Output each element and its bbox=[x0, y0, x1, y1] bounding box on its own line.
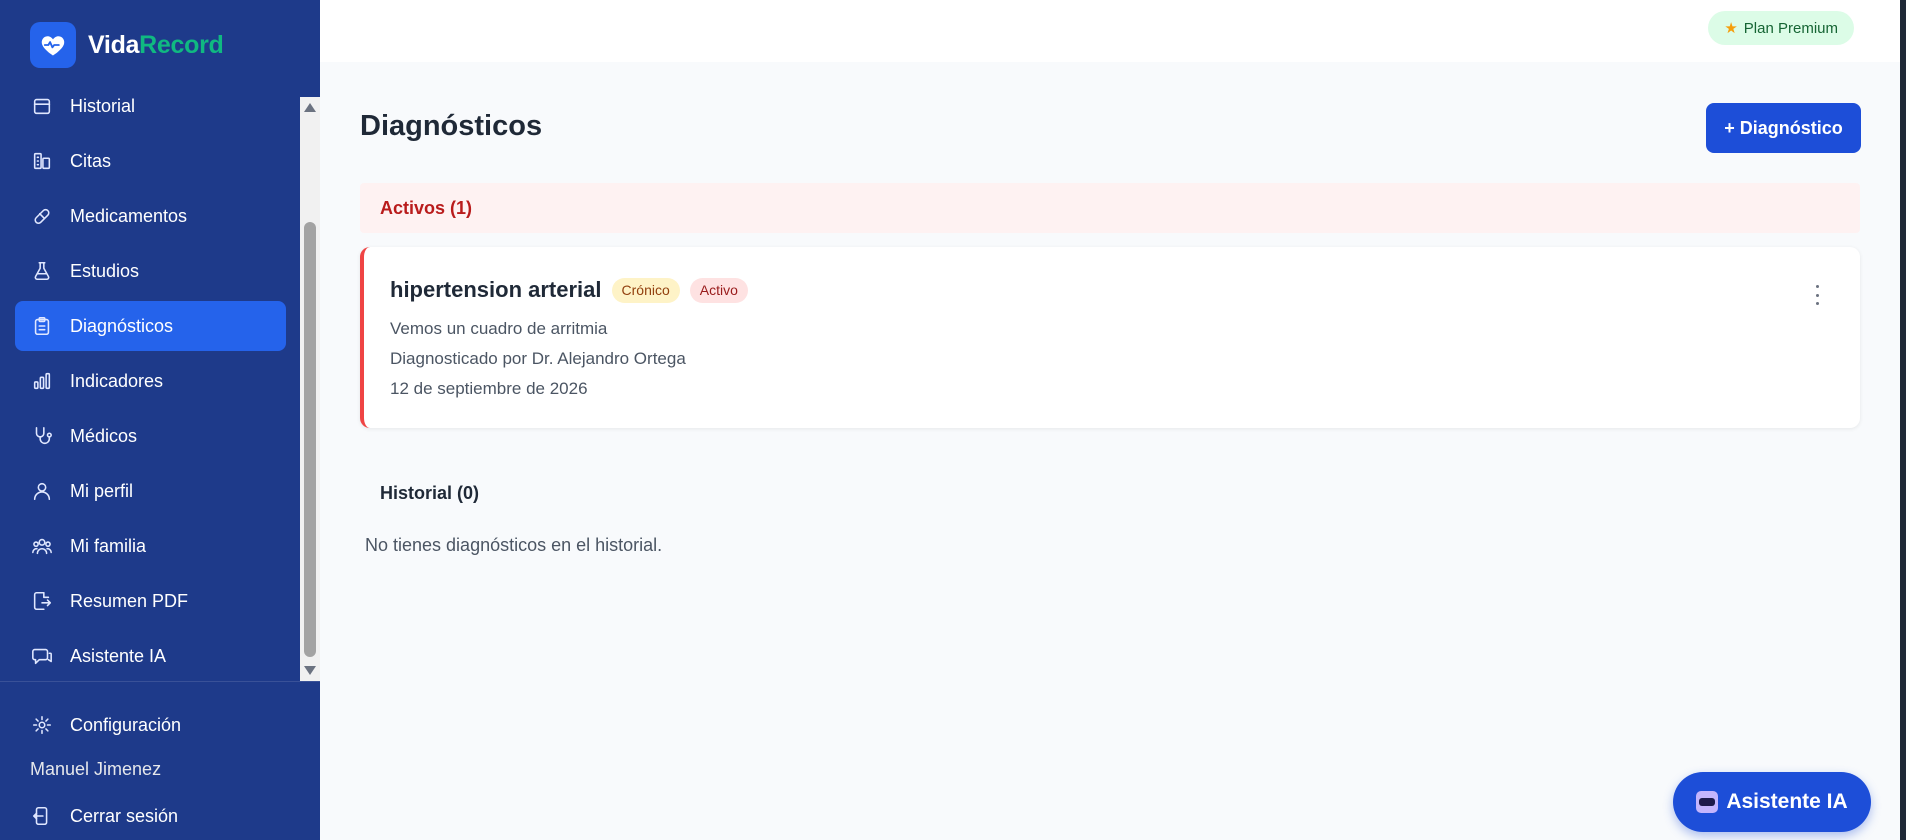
sidebar-item-label: Historial bbox=[70, 95, 136, 116]
diagnosis-doctor: Diagnosticado por Dr. Alejandro Ortega bbox=[390, 349, 686, 368]
heart-pulse-icon bbox=[30, 22, 76, 68]
sidebar-item-medicos[interactable]: Médicos bbox=[15, 411, 286, 461]
clipboard-icon bbox=[30, 314, 54, 338]
pill-icon bbox=[30, 204, 54, 228]
sidebar-item-label: Resumen PDF bbox=[70, 590, 189, 611]
sidebar: VidaRecord Historial Citas Medicamentos … bbox=[0, 0, 320, 840]
scroll-down-arrow-icon[interactable] bbox=[304, 666, 316, 675]
sidebar-item-mi-familia[interactable]: Mi familia bbox=[15, 521, 286, 571]
user-icon bbox=[30, 479, 54, 503]
sidebar-item-label: Mi perfil bbox=[70, 480, 134, 501]
scroll-up-arrow-icon[interactable] bbox=[304, 103, 316, 112]
calendar-icon bbox=[30, 94, 54, 118]
settings-button[interactable]: Configuración bbox=[30, 713, 181, 737]
building-icon bbox=[30, 149, 54, 173]
users-icon bbox=[30, 534, 54, 558]
status-badge: Activo bbox=[689, 277, 748, 303]
sidebar-item-label: Médicos bbox=[70, 425, 138, 446]
sidebar-item-label: Citas bbox=[70, 150, 112, 171]
sidebar-item-label: Diagnósticos bbox=[70, 315, 174, 336]
window-edge bbox=[1900, 0, 1906, 840]
robot-icon bbox=[1696, 791, 1719, 813]
diagnosis-card[interactable]: hipertension arterial Crónico Activo Vem… bbox=[360, 247, 1860, 428]
assistant-fab-label: Asistente IA bbox=[1726, 790, 1848, 813]
assistant-fab-button[interactable]: Asistente IA bbox=[1673, 772, 1871, 832]
sidebar-item-label: Estudios bbox=[70, 260, 140, 281]
add-diagnosis-button[interactable]: + Diagnóstico bbox=[1706, 103, 1861, 153]
logout-icon bbox=[30, 804, 54, 828]
bar-chart-icon bbox=[30, 369, 54, 393]
active-section-header: Activos (1) bbox=[360, 183, 1860, 233]
sidebar-item-estudios[interactable]: Estudios bbox=[15, 246, 286, 296]
sidebar-nav: Historial Citas Medicamentos Estudios Di… bbox=[0, 78, 300, 681]
diagnosis-description: Vemos un cuadro de arritmia bbox=[390, 319, 608, 338]
page-title: Diagnósticos bbox=[360, 110, 543, 142]
logout-button[interactable]: Cerrar sesión bbox=[30, 804, 178, 828]
diagnosis-date: 12 de septiembre de 2026 bbox=[390, 379, 588, 398]
star-icon: ★ bbox=[1724, 20, 1738, 37]
sidebar-scrollbar[interactable] bbox=[300, 97, 320, 681]
history-section-header: Historial (0) bbox=[380, 483, 480, 503]
settings-label: Configuración bbox=[70, 714, 182, 735]
sidebar-item-mi-perfil[interactable]: Mi perfil bbox=[15, 466, 286, 516]
chronic-badge: Crónico bbox=[611, 277, 680, 303]
diagnosis-title: hipertension arterial bbox=[390, 277, 602, 302]
sidebar-item-resumen-pdf[interactable]: Resumen PDF bbox=[15, 576, 286, 626]
file-export-icon bbox=[30, 589, 54, 613]
sidebar-item-indicadores[interactable]: Indicadores bbox=[15, 356, 286, 406]
sidebar-item-label: Medicamentos bbox=[70, 205, 188, 226]
brand[interactable]: VidaRecord bbox=[30, 22, 224, 68]
sidebar-item-label: Asistente IA bbox=[70, 645, 167, 666]
sidebar-item-label: Mi familia bbox=[70, 535, 147, 556]
plan-label: Plan Premium bbox=[1743, 19, 1838, 37]
sidebar-item-historial[interactable]: Historial bbox=[15, 81, 286, 131]
sidebar-divider bbox=[0, 681, 320, 682]
user-name: Manuel Jimenez bbox=[30, 759, 162, 779]
chat-icon bbox=[30, 644, 54, 668]
sidebar-item-asistente-ia[interactable]: Asistente IA bbox=[15, 631, 286, 681]
sidebar-item-diagnosticos[interactable]: Diagnósticos bbox=[15, 301, 286, 351]
brand-name-part2: Record bbox=[139, 30, 224, 59]
history-empty-message: No tienes diagnósticos en el historial. bbox=[365, 535, 663, 555]
sidebar-item-label: Indicadores bbox=[70, 370, 164, 391]
brand-name-part1: Vida bbox=[88, 30, 140, 59]
logout-label: Cerrar sesión bbox=[70, 805, 179, 826]
scrollbar-thumb[interactable] bbox=[304, 222, 316, 657]
gear-icon bbox=[30, 713, 54, 737]
topbar: ★ Plan Premium bbox=[320, 0, 1900, 62]
brand-name: VidaRecord bbox=[88, 31, 224, 60]
stethoscope-icon bbox=[30, 424, 54, 448]
more-options-icon[interactable] bbox=[1814, 285, 1820, 305]
diagnosis-title-row: hipertension arterial Crónico Activo bbox=[390, 277, 748, 303]
flask-icon bbox=[30, 259, 54, 283]
plan-badge[interactable]: ★ Plan Premium bbox=[1708, 11, 1854, 45]
sidebar-item-medicamentos[interactable]: Medicamentos bbox=[15, 191, 286, 241]
sidebar-item-citas[interactable]: Citas bbox=[15, 136, 286, 186]
